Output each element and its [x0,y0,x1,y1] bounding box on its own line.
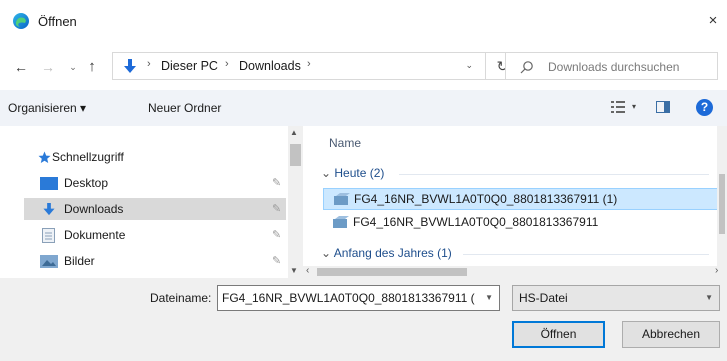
pin-icon: ✎ [272,255,282,267]
file-dialog-footer: Dateiname: FG4_16NR_BVWL1A0T0Q0_88018133… [0,278,727,361]
filename-field[interactable]: FG4_16NR_BVWL1A0T0Q0_8801813367911 ( ▼ [217,285,500,311]
filename-value: FG4_16NR_BVWL1A0T0Q0_8801813367911 ( [222,291,475,305]
sidebar-quick-access-label: Schnellzugriff [52,150,124,164]
file-icon [333,216,349,228]
sidebar-item-pictures[interactable]: Bilder ✎ [24,250,286,272]
chevron-down-icon: ▼ [705,293,713,302]
sidebar-item-desktop[interactable]: Desktop ✎ [24,172,286,194]
scroll-right-icon[interactable]: › [715,265,718,276]
back-button[interactable]: ← [10,58,32,76]
downloads-folder-icon [124,59,136,73]
file-row[interactable]: FG4_16NR_BVWL1A0T0Q0_8801813367911 [323,212,719,234]
sidebar-item-label: Downloads [64,202,124,216]
title-bar: Öffnen × [0,0,727,44]
view-dropdown-icon[interactable]: ▾ [632,102,636,111]
desktop-icon [40,177,58,190]
sidebar-item-label: Dokumente [64,228,126,242]
downloads-icon [43,203,55,216]
cancel-button[interactable]: Abbrechen [622,321,720,348]
navigation-pane-scroll-thumb[interactable] [290,144,301,166]
breadcrumb-this-pc[interactable]: Dieser PC [161,59,218,73]
file-list-pane: Name ⌄ Heute (2) FG4_16NR_BVWL1A0T0Q0_88… [303,126,727,278]
pin-icon: ✎ [272,177,282,189]
pin-icon: ✎ [272,203,282,215]
breadcrumb-separator: › [225,58,229,70]
filetype-select[interactable]: HS-Datei ▼ [512,285,720,311]
column-header-name[interactable]: Name [329,136,361,150]
sidebar-item-label: Bilder [64,254,95,268]
group-label: Anfang des Jahres (1) [333,246,452,260]
documents-icon [42,228,55,243]
search-icon [520,61,533,74]
file-name: FG4_16NR_BVWL1A0T0Q0_8801813367911 (1) [354,192,618,206]
window-title: Öffnen [38,14,77,29]
filename-label: Dateiname: [150,291,212,305]
pictures-icon [40,255,58,268]
group-header-today[interactable]: ⌄ Heute (2) [321,166,384,180]
sidebar-item-downloads[interactable]: Downloads ✎ [24,198,286,220]
sidebar-quick-access[interactable]: Schnellzugriff [34,146,284,168]
navigation-pane: Schnellzugriff Desktop ✎ Downloads ✎ Dok… [0,126,303,278]
chevron-down-icon: ⌄ [321,246,334,260]
chevron-down-icon: ⌄ [321,166,335,180]
scroll-up-icon[interactable]: ▲ [290,128,298,137]
group-divider [463,254,709,255]
file-row[interactable]: FG4_16NR_BVWL1A0T0Q0_8801813367911 (1) [323,188,719,210]
new-folder-button[interactable]: Neuer Ordner [148,101,221,115]
file-icon [334,193,350,205]
view-options-icon[interactable] [610,99,626,115]
star-icon [38,151,51,163]
search-input[interactable]: Downloads durchsuchen [505,52,718,80]
scroll-left-icon[interactable]: ‹ [306,265,309,276]
sidebar-item-label: Desktop [64,176,109,190]
address-history-dropdown[interactable]: ⌄ [465,60,473,71]
edge-browser-icon [13,13,29,29]
search-placeholder: Downloads durchsuchen [548,60,680,74]
file-list-horizontal-scroll-thumb[interactable] [317,268,467,276]
open-button[interactable]: Öffnen [512,321,605,348]
file-name: FG4_16NR_BVWL1A0T0Q0_8801813367911 [353,215,599,229]
close-button[interactable]: × [699,6,727,36]
address-bar[interactable]: › Dieser PC › Downloads › ⌄ [112,52,486,80]
group-header-start-of-year[interactable]: ⌄ Anfang des Jahres (1) [321,246,452,260]
pin-icon: ✎ [272,229,282,241]
breadcrumb-separator: › [307,58,311,70]
recent-locations-button[interactable]: ⌄ [66,58,80,76]
help-icon[interactable]: ? [696,99,713,116]
preview-pane-icon[interactable] [656,101,670,113]
up-button[interactable]: ↑ [84,58,100,76]
group-label: Heute (2) [334,166,385,180]
chevron-down-icon[interactable]: ▼ [485,293,493,302]
command-toolbar: Organisieren ▾ Neuer Ordner ▾ ? [0,90,727,126]
breadcrumb-downloads[interactable]: Downloads [239,59,301,73]
filetype-value: HS-Datei [519,291,568,305]
file-list-vertical-scroll-thumb[interactable] [719,174,725,234]
breadcrumb-separator: › [147,58,151,70]
organize-menu[interactable]: Organisieren ▾ [8,101,86,115]
forward-button[interactable]: → [38,58,58,76]
scroll-down-icon[interactable]: ▼ [290,266,298,275]
sidebar-item-documents[interactable]: Dokumente ✎ [24,224,286,246]
group-divider [399,174,709,175]
